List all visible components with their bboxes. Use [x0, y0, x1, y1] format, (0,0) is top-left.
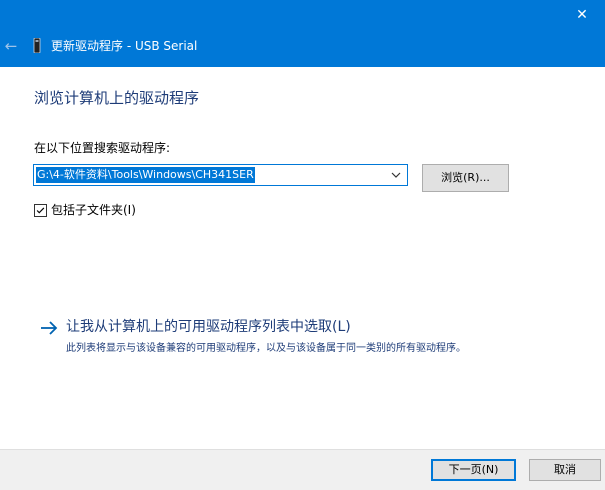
update-driver-dialog: ✕ ← 更新驱动程序 - USB Serial 浏览计算机上的驱动程序 在以下位… [0, 0, 605, 490]
pick-from-list-label[interactable]: 让我从计算机上的可用驱动程序列表中选取(L) [66, 317, 351, 337]
arrow-right-icon[interactable] [40, 320, 58, 336]
driver-path-value[interactable]: G:\4-软件资料\Tools\Windows\CH341SER [36, 167, 255, 183]
close-icon: ✕ [576, 7, 588, 23]
search-location-label: 在以下位置搜索驱动程序: [34, 141, 171, 155]
cancel-button[interactable]: 取消 [529, 459, 601, 481]
page-heading: 浏览计算机上的驱动程序 [34, 89, 200, 107]
dialog-footer: 下一页(N) 取消 [0, 449, 605, 490]
browse-button[interactable]: 浏览(R)... [422, 164, 509, 192]
include-subfolders-label[interactable]: 包括子文件夹(I) [51, 203, 136, 218]
chevron-down-icon[interactable] [389, 168, 403, 182]
usb-device-icon [33, 38, 41, 53]
driver-path-combobox[interactable]: G:\4-软件资料\Tools\Windows\CH341SER [33, 164, 408, 186]
close-button[interactable]: ✕ [559, 0, 605, 30]
pick-from-list-description: 此列表将显示与该设备兼容的可用驱动程序，以及与该设备属于同一类别的所有驱动程序。 [66, 343, 466, 354]
title-bar: ✕ ← 更新驱动程序 - USB Serial [0, 0, 605, 67]
back-button[interactable]: ← [0, 35, 22, 57]
window-title: 更新驱动程序 - USB Serial [51, 39, 198, 53]
back-arrow-icon: ← [4, 37, 18, 55]
next-button[interactable]: 下一页(N) [431, 459, 516, 481]
checkbox-checked-icon[interactable] [34, 204, 47, 217]
